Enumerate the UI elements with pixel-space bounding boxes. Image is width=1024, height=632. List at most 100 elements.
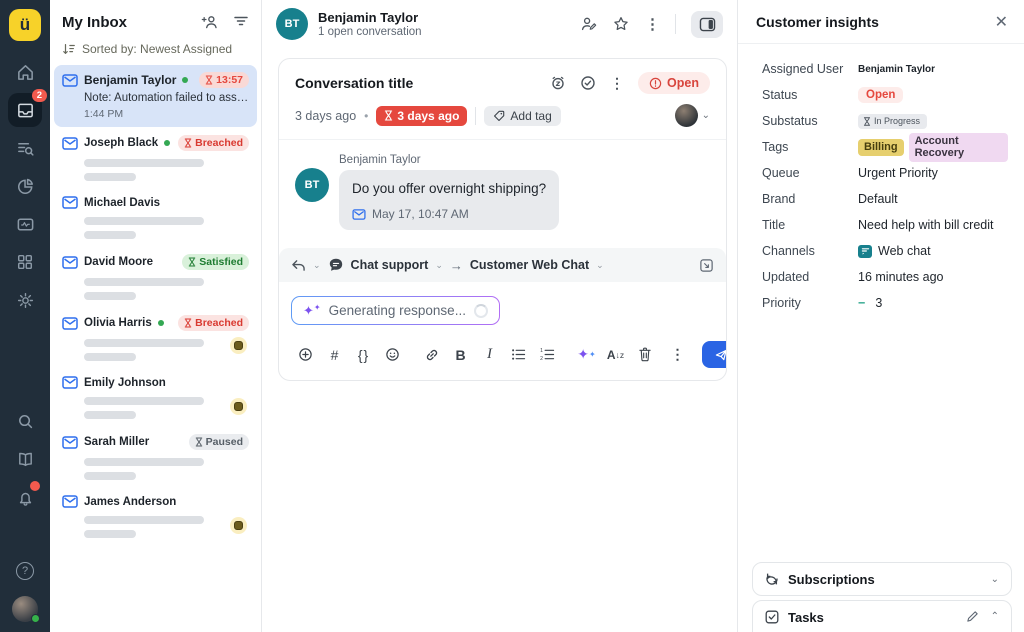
add-person-icon[interactable] — [201, 13, 219, 31]
reports-pie-icon[interactable] — [8, 169, 42, 203]
field-row: Queue Urgent Priority — [762, 160, 1008, 186]
bold-icon[interactable]: B — [446, 343, 475, 367]
translate-icon[interactable]: A↓z — [601, 343, 630, 367]
hashtag-icon[interactable]: # — [320, 343, 349, 367]
filter-icon[interactable] — [233, 13, 249, 31]
close-icon[interactable]: ✕ — [995, 12, 1008, 32]
notifications-bell-icon[interactable] — [8, 480, 42, 514]
sla-timer-badge: 13:57 — [199, 72, 249, 88]
online-dot — [182, 77, 188, 83]
ai-assist-icon[interactable]: ✦✦ — [572, 343, 601, 367]
composer-menu-icon[interactable]: ⋮ — [663, 343, 692, 367]
field-label: Assigned User — [762, 62, 858, 76]
list-item[interactable]: James Anderson — [54, 488, 257, 545]
chevron-down-icon[interactable]: ⌄ — [313, 260, 321, 271]
chevron-down-icon[interactable]: ⌄ — [596, 260, 604, 271]
reply-arrow-icon[interactable] — [291, 259, 306, 272]
field-label: Updated — [762, 270, 858, 284]
chevron-up-icon[interactable]: ⌃ — [991, 611, 999, 622]
field-label: Channels — [762, 244, 858, 258]
destination-select[interactable]: Customer Web Chat — [470, 258, 589, 272]
customer-name: Benjamin Taylor — [318, 10, 422, 26]
subscriptions-card[interactable]: Subscriptions ⌄ — [752, 562, 1012, 596]
help-icon[interactable]: ? — [8, 554, 42, 588]
chevron-down-icon[interactable]: ⌄ — [991, 574, 999, 585]
placeholder-bar — [84, 173, 136, 181]
list-item[interactable]: Emily Johnson — [54, 369, 257, 426]
substatus-badge[interactable]: In Progress — [858, 114, 927, 129]
numbered-list-icon[interactable]: 12 — [533, 343, 562, 367]
trash-icon[interactable] — [630, 343, 659, 367]
home-icon[interactable] — [8, 55, 42, 89]
assignee-selector[interactable]: ⌄ — [675, 104, 710, 127]
snooze-icon[interactable] — [550, 75, 566, 91]
message-bubble: Do you offer overnight shipping? May 17,… — [339, 170, 559, 230]
bullet-list-icon[interactable] — [504, 343, 533, 367]
tag-account-recovery[interactable]: Account Recovery — [909, 133, 1008, 162]
gold-emoji-badge — [230, 398, 247, 415]
more-options-icon[interactable]: ⋮ — [645, 15, 660, 33]
list-item[interactable]: Joseph Black Breached — [54, 128, 257, 188]
close-conversation-icon[interactable] — [580, 75, 596, 91]
contact-name: Olivia Harris — [84, 317, 152, 329]
assignee-avatar — [675, 104, 698, 127]
checkbox-icon — [765, 610, 779, 624]
status-open-pill[interactable]: Open — [638, 72, 710, 94]
italic-icon[interactable]: I — [475, 343, 504, 367]
link-icon[interactable] — [417, 343, 446, 367]
ai-generating-indicator[interactable]: ✦✦ Generating response... — [291, 296, 500, 325]
emoji-icon[interactable] — [378, 343, 407, 367]
settings-gear-icon[interactable] — [8, 283, 42, 317]
variables-icon[interactable]: {} — [349, 343, 378, 367]
list-item[interactable]: Sarah Miller Paused — [54, 427, 257, 487]
divider — [675, 14, 676, 34]
tasks-card[interactable]: Tasks ⌃ — [752, 600, 1012, 632]
web-chat-icon — [858, 245, 872, 258]
queue-value: Urgent Priority — [858, 166, 938, 180]
inbox-icon[interactable]: 2 — [8, 93, 42, 127]
ai-sparkle-icon: ✦✦ — [303, 304, 321, 317]
envelope-icon — [62, 495, 78, 508]
search-conversations-icon[interactable] — [8, 131, 42, 165]
add-tag-button[interactable]: Add tag — [484, 106, 560, 126]
placeholder-bar — [84, 516, 204, 524]
insert-plus-icon[interactable] — [291, 343, 320, 367]
side-panel-toggle[interactable] — [691, 11, 723, 38]
dot-separator: • — [364, 109, 368, 123]
edit-pencil-icon[interactable] — [966, 610, 979, 623]
priority-minus-icon: − — [858, 296, 865, 310]
contact-name: Emily Johnson — [84, 377, 166, 389]
conversation-menu-icon[interactable]: ⋮ — [610, 75, 624, 92]
star-icon[interactable] — [612, 15, 630, 33]
preview-note: Note: Automation failed to assign... — [84, 92, 249, 104]
online-dot — [164, 140, 170, 146]
apps-grid-icon[interactable] — [8, 245, 42, 279]
list-item[interactable]: Benjamin Taylor 13:57 Note: Automation f… — [54, 65, 257, 127]
list-item[interactable]: Michael Davis — [54, 189, 257, 246]
expand-composer-icon[interactable] — [699, 258, 714, 273]
send-button[interactable]: Send — [702, 341, 727, 368]
envelope-icon — [62, 436, 78, 449]
placeholder-bar — [84, 458, 204, 466]
status-open-badge[interactable]: Open — [858, 87, 903, 103]
updated-value: 16 minutes ago — [858, 270, 943, 284]
user-avatar[interactable] — [12, 596, 38, 622]
list-item[interactable]: Olivia Harris Breached — [54, 308, 257, 368]
field-label: Queue — [762, 166, 858, 180]
inbox-unread-badge: 2 — [32, 89, 47, 102]
list-item[interactable]: David Moore Satisfied — [54, 247, 257, 307]
tag-billing[interactable]: Billing — [858, 139, 904, 156]
nav-rail: ü 2 — [0, 0, 50, 632]
brand-logo[interactable]: ü — [9, 9, 41, 41]
knowledge-book-icon[interactable] — [8, 442, 42, 476]
online-dot — [158, 320, 164, 326]
contact-name: James Anderson — [84, 496, 176, 508]
chevron-down-icon[interactable]: ⌄ — [435, 260, 443, 271]
sort-icon[interactable] — [62, 42, 76, 56]
reply-channel-select[interactable]: Chat support — [351, 258, 429, 272]
statistics-icon[interactable] — [8, 207, 42, 241]
global-search-icon[interactable] — [8, 404, 42, 438]
title-value: Need help with bill credit — [858, 218, 994, 232]
assign-user-icon[interactable] — [579, 15, 597, 33]
notification-dot — [30, 481, 40, 491]
